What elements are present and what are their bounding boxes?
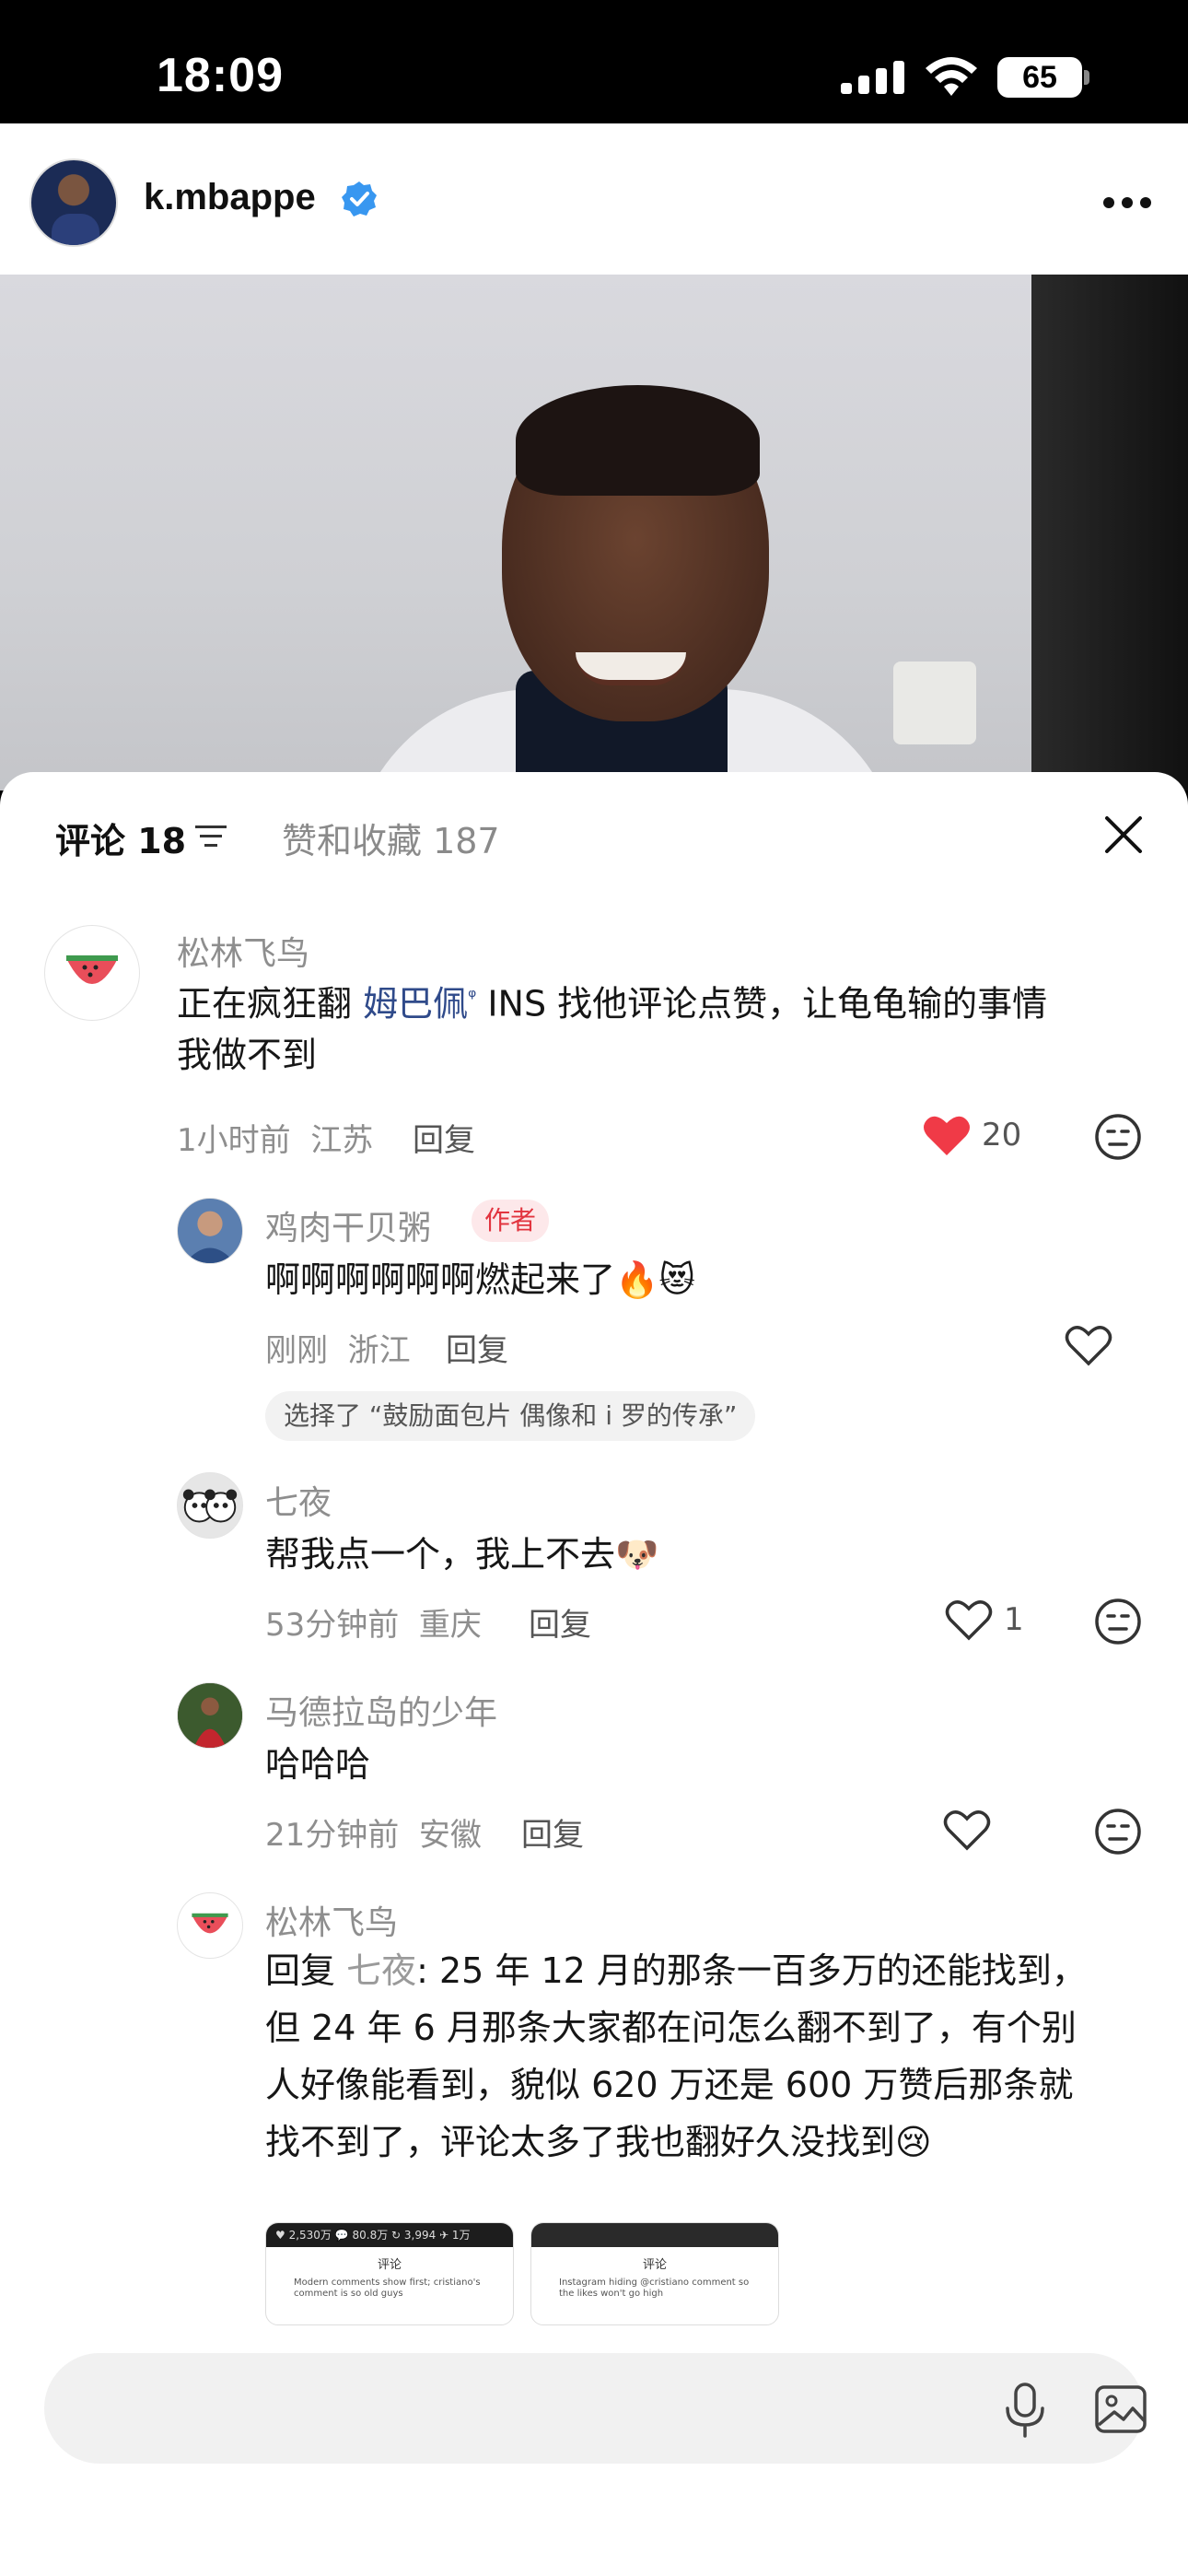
comment-image-thumbnail[interactable]: 评论 Instagram hiding @cristiano comment s… — [530, 2222, 779, 2325]
more-icon[interactable] — [1101, 195, 1153, 210]
photo-smile — [576, 652, 686, 685]
comment-location: 江苏 — [310, 1122, 374, 1159]
comment-author[interactable]: 鸡肉干贝粥 — [265, 1201, 431, 1249]
comment-time: 刚刚 — [265, 1332, 328, 1369]
wifi-icon — [926, 57, 977, 96]
emoji-icon[interactable] — [1094, 1808, 1142, 1856]
comment-location: 安徽 — [418, 1817, 482, 1854]
watermelon-icon — [66, 955, 118, 984]
thumbnail-stats — [531, 2223, 778, 2247]
choice-chip[interactable]: 选择了 “鼓励面包片 偶像和 i 罗的传承” — [265, 1391, 756, 1441]
reply-button[interactable]: 回复 — [446, 1325, 508, 1370]
comment-text: 正在疯狂翻 姆巴佩ᵠ INS 找他评论点赞，让龟龟输的事情 — [177, 969, 1047, 1033]
comment-text: 啊啊啊啊啊啊燃起来了🔥😻 — [265, 1259, 695, 1300]
comment-input-bar[interactable] — [44, 2353, 1147, 2464]
reply-button[interactable]: 回复 — [521, 1809, 584, 1855]
comment-time: 21分钟前 — [265, 1817, 400, 1854]
mention-link[interactable]: 姆巴佩 — [363, 984, 468, 1025]
search-icon: ᵠ — [468, 986, 477, 1009]
comment-author[interactable]: 马德拉岛的少年 — [265, 1686, 497, 1734]
watermelon-icon — [192, 1913, 228, 1934]
heart-icon[interactable] — [923, 1113, 971, 1157]
post-photo[interactable] — [0, 275, 1188, 790]
panda-icon — [182, 1489, 238, 1523]
comment-text-line1: 回复 七夜: 25 年 12 月的那条一百多万的还能找到， — [265, 1942, 1087, 1999]
reply-button[interactable]: 回复 — [413, 1115, 475, 1160]
avatar[interactable] — [177, 1198, 243, 1264]
comment-text-line2: 但 24 年 6 月那条大家都在问怎么翻不到了，有个别 — [265, 2008, 1077, 2048]
reply-prefix: 回复 — [265, 1950, 347, 1991]
photo-background-dark — [1031, 275, 1188, 790]
thumbnail-text: Modern comments show first; cristiano's … — [294, 2277, 481, 2299]
photo-hair — [516, 385, 760, 496]
comment-text-part: : 25 年 12 月的那条一百多万的还能找到， — [416, 1950, 1087, 1991]
comment-text-line2: 我做不到 — [177, 1035, 318, 1075]
comment-meta: 21分钟前 安徽 — [265, 1809, 482, 1855]
like-count: 20 — [982, 1117, 1022, 1153]
comment-text: 哈哈哈 — [265, 1744, 371, 1785]
close-icon[interactable] — [1103, 814, 1144, 855]
tab-likes-favorites[interactable]: 赞和收藏 187 — [282, 813, 500, 863]
comment-time: 53分钟前 — [265, 1607, 400, 1644]
comment-location: 重庆 — [418, 1607, 482, 1644]
username[interactable]: k.mbappe — [144, 177, 316, 218]
thumbnail-title: 评论 — [642, 2258, 667, 2272]
tab-comments[interactable]: 评论 18 — [55, 813, 186, 863]
comment-input[interactable] — [92, 2392, 479, 2425]
battery-indicator: 65 — [997, 57, 1082, 98]
sort-icon[interactable] — [195, 824, 227, 849]
comment-author[interactable]: 松林飞鸟 — [265, 1896, 398, 1944]
player-avatar-icon — [178, 1683, 242, 1748]
comment-time: 1小时前 — [177, 1122, 291, 1159]
image-icon[interactable] — [1094, 2384, 1147, 2434]
avatar[interactable] — [177, 1892, 243, 1959]
comment-author[interactable]: 松林飞鸟 — [177, 927, 309, 975]
comment-text-line4: 找不到了，评论太多了我也翻好久没找到😢 — [265, 2122, 932, 2162]
comment-meta: 53分钟前 重庆 — [265, 1599, 482, 1645]
avatar[interactable] — [177, 1682, 243, 1749]
comment-text-post: INS 找他评论点赞，让龟龟输的事情 — [476, 983, 1048, 1025]
wall-switch — [893, 662, 976, 744]
comment-sheet: 评论 18 赞和收藏 187 松林飞鸟 正在疯狂翻 姆巴佩ᵠ INS 找他评论点… — [0, 772, 1188, 2576]
sheet-tabs: 评论 18 赞和收藏 187 — [0, 772, 1188, 892]
comment-author[interactable]: 七夜 — [265, 1476, 332, 1524]
heart-icon[interactable] — [1065, 1323, 1112, 1367]
comment-location: 浙江 — [347, 1332, 411, 1369]
verified-icon — [342, 181, 377, 217]
thumbnail-title: 评论 — [377, 2258, 402, 2272]
person-avatar-icon — [184, 1211, 236, 1263]
reply-button[interactable]: 回复 — [529, 1599, 591, 1645]
status-bar: 18:09 65 — [0, 0, 1188, 123]
post-header: k.mbappe — [0, 123, 1188, 275]
comment-meta: 刚刚 浙江 — [265, 1325, 411, 1370]
emoji-icon[interactable] — [1094, 1113, 1142, 1161]
comment-text: 帮我点一个，我上不去🐶 — [265, 1534, 659, 1575]
comment-image-thumbnail[interactable]: ♥ 2,530万 💬 80.8万 ↻ 3,994 ✈ 1万 评论 Modern … — [265, 2222, 514, 2325]
avatar[interactable] — [29, 158, 118, 247]
thumbnail-text: Instagram hiding @cristiano comment so t… — [559, 2277, 750, 2299]
comment-meta: 1小时前 江苏 — [177, 1115, 373, 1160]
mic-icon[interactable] — [1002, 2383, 1048, 2438]
comment-text-line3: 人好像能看到，貌似 620 万还是 600 万赞后那条就 — [265, 2065, 1074, 2105]
comment-text-pre: 正在疯狂翻 — [177, 983, 364, 1025]
thumbnail-stats: ♥ 2,530万 💬 80.8万 ↻ 3,994 ✈ 1万 — [266, 2223, 513, 2247]
author-badge: 作者 — [472, 1200, 550, 1242]
like-count: 1 — [1004, 1601, 1024, 1638]
heart-icon[interactable] — [943, 1808, 991, 1852]
reply-to-user[interactable]: 七夜 — [346, 1950, 416, 1991]
heart-icon[interactable] — [945, 1598, 993, 1642]
emoji-icon[interactable] — [1094, 1598, 1142, 1645]
signal-icon — [841, 61, 904, 94]
battery-tip — [1084, 70, 1089, 85]
status-time: 18:09 — [157, 49, 284, 102]
avatar[interactable] — [44, 925, 140, 1021]
avatar[interactable] — [177, 1472, 243, 1539]
